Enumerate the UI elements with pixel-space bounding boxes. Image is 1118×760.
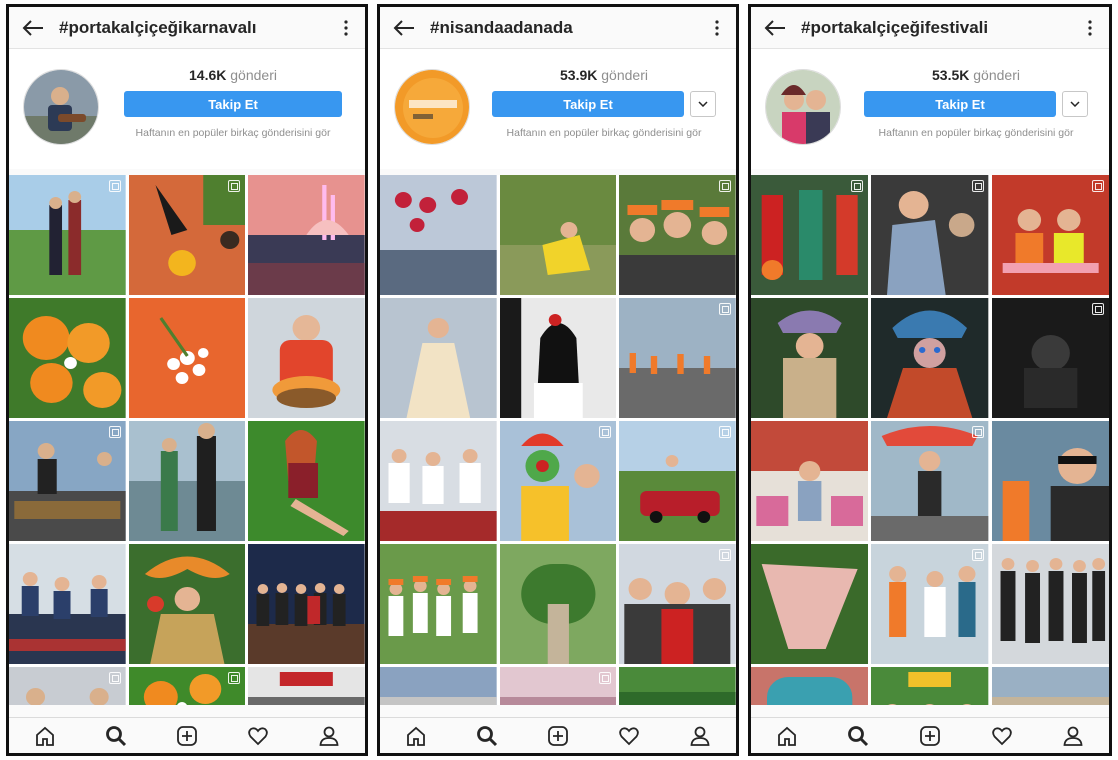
more-options-icon[interactable] <box>710 18 724 38</box>
follow-button[interactable]: Takip Et <box>864 91 1056 117</box>
post-thumbnail[interactable] <box>751 544 869 664</box>
post-thumbnail[interactable] <box>9 667 126 705</box>
post-thumbnail[interactable] <box>9 544 126 664</box>
post-thumbnail[interactable] <box>751 667 869 705</box>
hashtag-header: 53.9K gönderi Takip Et Haftanın en popül… <box>380 49 736 169</box>
post-thumbnail[interactable] <box>871 298 989 418</box>
profile-icon[interactable] <box>317 724 341 748</box>
post-thumbnail[interactable] <box>499 298 617 418</box>
post-count: 14.6K gönderi <box>189 67 277 83</box>
home-icon[interactable] <box>33 724 57 748</box>
phone-panel-3: #portakalçiçeğifestivali 53.5K gönderi T… <box>748 4 1112 756</box>
suggestions-dropdown-button[interactable] <box>690 91 716 117</box>
post-thumbnail[interactable] <box>871 175 989 295</box>
bottom-nav <box>380 717 736 753</box>
top-bar: #nisandaadanada <box>380 7 736 49</box>
top-bar: #portakalçiçeğifestivali <box>751 7 1109 49</box>
post-thumbnail[interactable] <box>499 421 617 541</box>
top-posts-description: Haftanın en popüler birkaç gönderisini g… <box>506 127 702 139</box>
top-posts-description: Haftanın en popüler birkaç gönderisini g… <box>878 127 1074 139</box>
hashtag-title: #portakalçiçeğifestivali <box>801 17 989 37</box>
back-arrow-icon[interactable] <box>392 16 416 40</box>
post-thumbnail[interactable] <box>619 544 736 664</box>
hashtag-avatar[interactable] <box>23 69 99 145</box>
post-thumbnail[interactable] <box>871 667 989 705</box>
post-thumbnail[interactable] <box>991 175 1109 295</box>
back-arrow-icon[interactable] <box>763 16 787 40</box>
post-count: 53.9K gönderi <box>560 67 648 83</box>
post-thumbnail[interactable] <box>128 667 246 705</box>
post-thumbnail[interactable] <box>128 298 246 418</box>
hashtag-header: 14.6K gönderi Takip Et Haftanın en popül… <box>9 49 365 169</box>
home-icon[interactable] <box>404 724 428 748</box>
search-icon[interactable] <box>846 724 870 748</box>
add-post-icon[interactable] <box>918 724 942 748</box>
add-post-icon[interactable] <box>175 724 199 748</box>
post-thumbnail[interactable] <box>871 544 989 664</box>
post-thumbnail[interactable] <box>9 421 126 541</box>
add-post-icon[interactable] <box>546 724 570 748</box>
profile-icon[interactable] <box>1061 724 1085 748</box>
bottom-nav <box>751 717 1109 753</box>
phone-panel-2: #nisandaadanada 53.9K gönderi Takip Et H… <box>377 4 739 756</box>
post-thumbnail[interactable] <box>128 175 246 295</box>
hashtag-avatar[interactable] <box>765 69 841 145</box>
post-thumbnail[interactable] <box>380 544 497 664</box>
post-thumbnail[interactable] <box>380 175 497 295</box>
post-thumbnail[interactable] <box>499 667 617 705</box>
post-thumbnail[interactable] <box>248 175 365 295</box>
post-thumbnail[interactable] <box>991 667 1109 705</box>
more-options-icon[interactable] <box>1083 18 1097 38</box>
post-thumbnail[interactable] <box>380 298 497 418</box>
post-thumbnail[interactable] <box>499 544 617 664</box>
post-thumbnail[interactable] <box>248 298 365 418</box>
post-thumbnail[interactable] <box>248 667 365 705</box>
post-thumbnail[interactable] <box>380 667 497 705</box>
back-arrow-icon[interactable] <box>21 16 45 40</box>
phone-panel-1: #portakalçiçeğikarnavalı 14.6K gönderi T… <box>6 4 368 756</box>
post-thumbnail[interactable] <box>751 298 869 418</box>
search-icon[interactable] <box>104 724 128 748</box>
post-thumbnail[interactable] <box>751 175 869 295</box>
home-icon[interactable] <box>775 724 799 748</box>
heart-icon[interactable] <box>990 724 1014 748</box>
top-bar: #portakalçiçeğikarnavalı <box>9 7 365 49</box>
post-grid <box>9 175 365 705</box>
hashtag-header: 53.5K gönderi Takip Et Haftanın en popül… <box>751 49 1109 169</box>
more-options-icon[interactable] <box>339 18 353 38</box>
post-thumbnail[interactable] <box>871 421 989 541</box>
post-thumbnail[interactable] <box>751 421 869 541</box>
bottom-nav <box>9 717 365 753</box>
search-icon[interactable] <box>475 724 499 748</box>
hashtag-title: #portakalçiçeğikarnavalı <box>59 17 257 37</box>
post-thumbnail[interactable] <box>9 175 126 295</box>
post-thumbnail[interactable] <box>380 421 497 541</box>
post-thumbnail[interactable] <box>619 175 736 295</box>
post-thumbnail[interactable] <box>619 298 736 418</box>
post-thumbnail[interactable] <box>991 421 1109 541</box>
post-thumbnail[interactable] <box>499 175 617 295</box>
suggestions-dropdown-button[interactable] <box>1062 91 1088 117</box>
post-thumbnail[interactable] <box>619 421 736 541</box>
post-thumbnail[interactable] <box>128 421 246 541</box>
post-thumbnail[interactable] <box>128 544 246 664</box>
follow-button[interactable]: Takip Et <box>124 91 342 117</box>
post-thumbnail[interactable] <box>9 298 126 418</box>
post-thumbnail[interactable] <box>991 298 1109 418</box>
heart-icon[interactable] <box>617 724 641 748</box>
post-thumbnail[interactable] <box>619 667 736 705</box>
hashtag-title: #nisandaadanada <box>430 17 573 37</box>
post-count: 53.5K gönderi <box>932 67 1020 83</box>
post-thumbnail[interactable] <box>248 421 365 541</box>
post-grid <box>380 175 736 705</box>
profile-icon[interactable] <box>688 724 712 748</box>
post-thumbnail[interactable] <box>991 544 1109 664</box>
post-thumbnail[interactable] <box>248 544 365 664</box>
heart-icon[interactable] <box>246 724 270 748</box>
post-grid <box>751 175 1109 705</box>
follow-button[interactable]: Takip Et <box>492 91 684 117</box>
hashtag-avatar[interactable] <box>394 69 470 145</box>
top-posts-description: Haftanın en popüler birkaç gönderisini g… <box>135 127 331 139</box>
